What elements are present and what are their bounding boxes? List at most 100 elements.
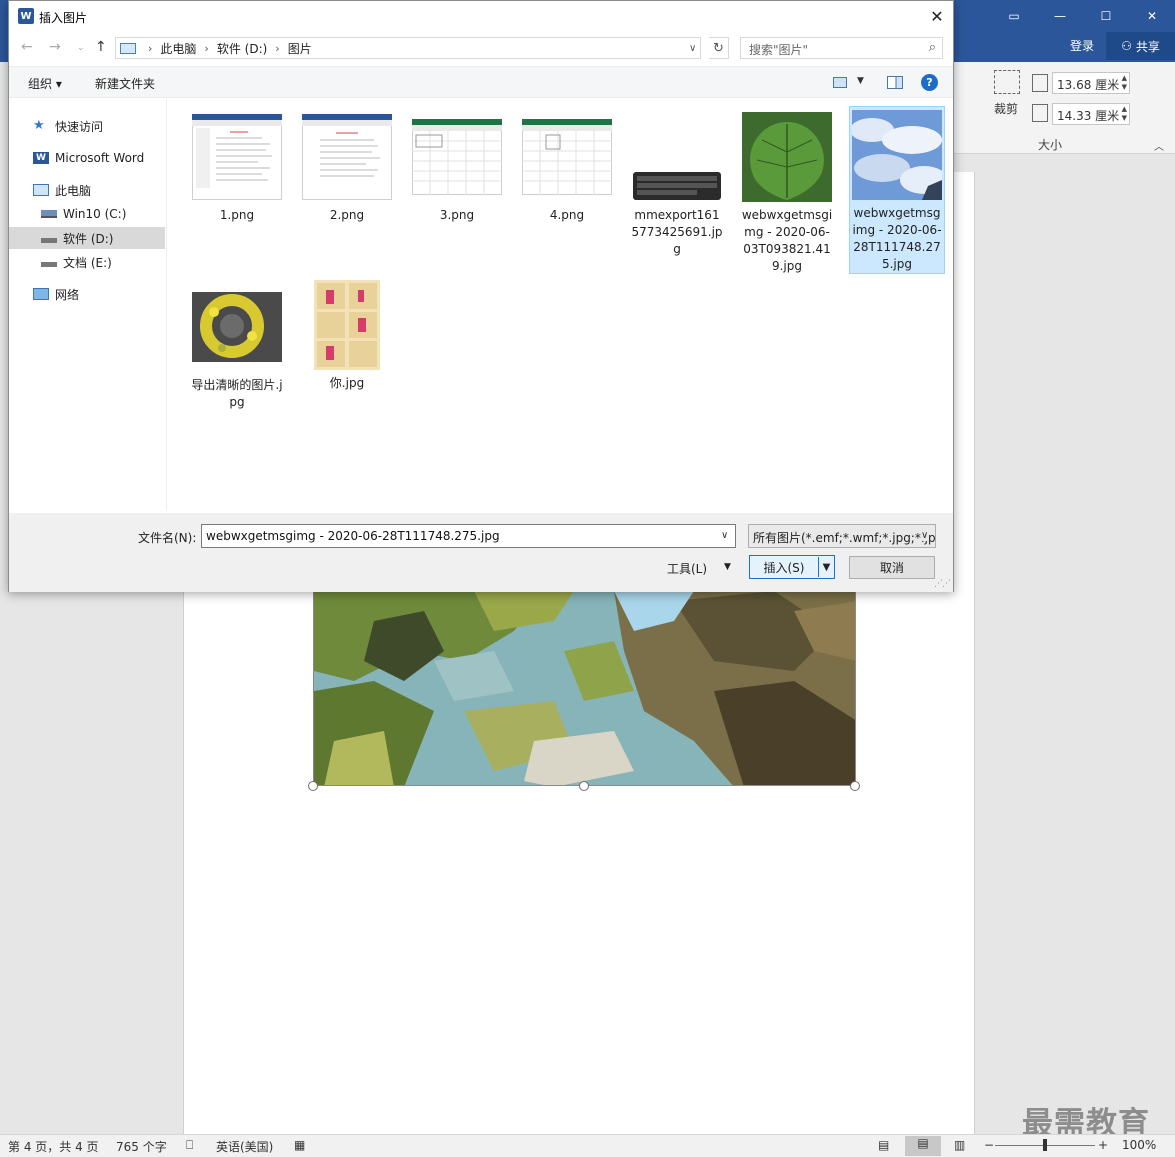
web-layout-icon[interactable]: ▥	[954, 1138, 965, 1152]
forward-arrow-icon[interactable]: →	[49, 39, 61, 55]
help-icon[interactable]: ?	[921, 74, 938, 91]
filename-dropdown-icon[interactable]: ∨	[721, 530, 728, 541]
dialog-close-button[interactable]: ✕	[921, 1, 953, 31]
file-item[interactable]: 1.png	[189, 109, 285, 224]
insert-label: 插入(S)	[763, 560, 805, 575]
change-view-icon[interactable]	[833, 77, 847, 88]
chevron-right-icon[interactable]: ›	[148, 42, 152, 55]
collapse-ribbon-icon[interactable]: ︿	[1154, 138, 1164, 153]
address-row: ← → ⌄ ↑ › 此电脑 › 软件 (D:) › 图片 ∨ ↻ 搜索"图片" …	[9, 34, 953, 62]
window-controls: ▭ — ☐ ✕	[991, 4, 1175, 28]
file-item[interactable]: 2.png	[299, 109, 395, 224]
file-item[interactable]: 导出清晰的图片.jpg	[189, 279, 285, 411]
status-bar: 第 4 页，共 4 页 765 个字 ⎕ 英语(美国) ▦ ▤ ▤ ▥ − + …	[0, 1134, 1175, 1157]
minimize-icon[interactable]: —	[1037, 4, 1083, 28]
preview-pane-icon[interactable]	[887, 76, 903, 89]
width-spinner-icon[interactable]: ▲ ▼	[1122, 105, 1127, 123]
file-item[interactable]: 3.png	[409, 109, 505, 224]
cancel-button[interactable]: 取消	[849, 556, 935, 579]
back-arrow-icon[interactable]: ←	[21, 39, 33, 55]
resize-grip-icon[interactable]: ⋰⋰	[934, 579, 951, 589]
breadcrumb-this-pc[interactable]: 此电脑	[160, 40, 196, 57]
crop-icon[interactable]	[994, 70, 1020, 94]
crop-button[interactable]: 裁剪	[994, 100, 1018, 117]
file-item[interactable]: 你.jpg	[299, 277, 395, 392]
filename-input[interactable]	[201, 524, 736, 548]
insert-button[interactable]: 插入(S) ▼	[749, 555, 835, 579]
file-name: 2.png	[329, 208, 365, 222]
vertical-scrollbar[interactable]	[1159, 154, 1175, 1134]
height-value: 13.68 厘米	[1057, 78, 1120, 92]
word-count[interactable]: 765 个字	[116, 1138, 167, 1155]
nav-microsoft-word[interactable]: W Microsoft Word	[33, 147, 144, 169]
insert-options-dropdown-icon[interactable]: ▼	[818, 557, 834, 577]
language-indicator[interactable]: 英语(美国)	[216, 1138, 273, 1155]
nav-drive-c[interactable]: Win10 (C:)	[41, 203, 126, 225]
refresh-icon[interactable]: ↻	[709, 37, 729, 59]
file-type-value: 所有图片(*.emf;*.wmf;*.jpg;*.jpeg	[753, 531, 936, 545]
search-icon[interactable]: ⌕	[929, 40, 936, 55]
maximize-icon[interactable]: ☐	[1083, 4, 1129, 28]
zoom-in-icon[interactable]: +	[1098, 1138, 1108, 1152]
nav-drive-e[interactable]: 文档 (E:)	[41, 251, 112, 273]
drive-icon	[41, 238, 57, 243]
leaf-photo-thumbnail	[742, 112, 832, 202]
nav-drive-d[interactable]: 软件 (D:)	[41, 227, 113, 249]
chevron-right-icon[interactable]: ›	[275, 42, 279, 55]
file-item[interactable]: webwxgetmsgimg - 2020-06-03T093821.419.j…	[739, 109, 835, 275]
organize-button[interactable]: 组织 ▾	[28, 75, 62, 92]
file-type-select[interactable]: 所有图片(*.emf;*.wmf;*.jpg;*.jpeg	[748, 524, 936, 548]
up-arrow-icon[interactable]: ↑	[95, 39, 107, 55]
close-icon[interactable]: ✕	[1129, 4, 1175, 28]
nav-this-pc-label: 此电脑	[55, 183, 92, 198]
login-button[interactable]: 登录	[1070, 37, 1094, 54]
zoom-out-icon[interactable]: −	[984, 1138, 994, 1152]
selected-document-image[interactable]	[313, 590, 856, 786]
zoom-slider-thumb[interactable]	[1043, 1139, 1047, 1151]
macro-icon[interactable]: ▦	[294, 1138, 305, 1152]
file-name: mmexport1615773425691.jpg	[631, 208, 723, 256]
nav-this-pc[interactable]: 此电脑	[33, 179, 91, 201]
resize-handle-bl[interactable]	[308, 781, 318, 791]
read-mode-icon[interactable]: ▤	[878, 1138, 889, 1152]
width-field[interactable]: 14.33 厘米 ▲ ▼	[1052, 103, 1130, 125]
new-folder-button[interactable]: 新建文件夹	[95, 75, 155, 92]
size-group-label: 大小	[1038, 138, 1063, 152]
address-dropdown-icon[interactable]: ∨	[689, 43, 696, 54]
address-bar[interactable]: › 此电脑 › 软件 (D:) › 图片	[115, 37, 701, 59]
view-dropdown-icon[interactable]: ▼	[857, 76, 864, 86]
nav-network[interactable]: 网络	[33, 283, 79, 305]
print-layout-icon[interactable]: ▤	[905, 1136, 941, 1156]
file-item[interactable]: 4.png	[519, 109, 615, 224]
height-spinner-icon[interactable]: ▲ ▼	[1122, 74, 1127, 92]
search-input[interactable]: 搜索"图片" ⌕	[740, 37, 943, 59]
chevron-right-icon[interactable]: ›	[204, 42, 208, 55]
nav-network-label: 网络	[55, 287, 80, 302]
nav-drive-e-label: 文档 (E:)	[63, 255, 112, 270]
share-label: 共享	[1135, 39, 1160, 54]
height-icon	[1032, 74, 1048, 92]
file-name: webwxgetmsgimg - 2020-06-03T093821.419.j…	[741, 208, 833, 273]
share-button[interactable]: ⚇ 共享	[1106, 32, 1175, 60]
breadcrumb-pictures[interactable]: 图片	[288, 40, 312, 57]
dialog-title: 插入图片	[39, 11, 88, 25]
height-field[interactable]: 13.68 厘米 ▲ ▼	[1052, 72, 1130, 94]
dialog-titlebar: W 插入图片 ✕	[9, 1, 953, 32]
breadcrumb-drive-d[interactable]: 软件 (D:)	[217, 40, 267, 57]
resize-handle-bm[interactable]	[579, 781, 589, 791]
file-type-dropdown-icon[interactable]: ∨	[921, 530, 929, 541]
file-item-selected[interactable]: webwxgetmsgimg - 2020-06-28T111748.275.j…	[849, 106, 945, 274]
file-item[interactable]: mmexport1615773425691.jpg	[629, 109, 725, 258]
zoom-level[interactable]: 100%	[1122, 1138, 1156, 1152]
ribbon-display-icon[interactable]: ▭	[991, 4, 1037, 28]
tools-dropdown-icon[interactable]: ▼	[724, 562, 731, 572]
nav-quick-access[interactable]: ★ 快速访问	[33, 115, 103, 137]
resize-handle-br[interactable]	[850, 781, 860, 791]
network-icon	[33, 288, 49, 300]
recent-dropdown-icon[interactable]: ⌄	[77, 43, 85, 53]
tools-button[interactable]: 工具(L)	[667, 560, 707, 577]
width-icon	[1032, 104, 1048, 122]
page-count[interactable]: 第 4 页，共 4 页	[8, 1138, 99, 1155]
proofing-icon[interactable]: ⎕	[186, 1138, 193, 1153]
picture-format-ribbon: 裁剪 13.68 厘米 ▲ ▼ 14.33 厘米 ▲ ▼ 大小 ︿	[954, 62, 1175, 154]
